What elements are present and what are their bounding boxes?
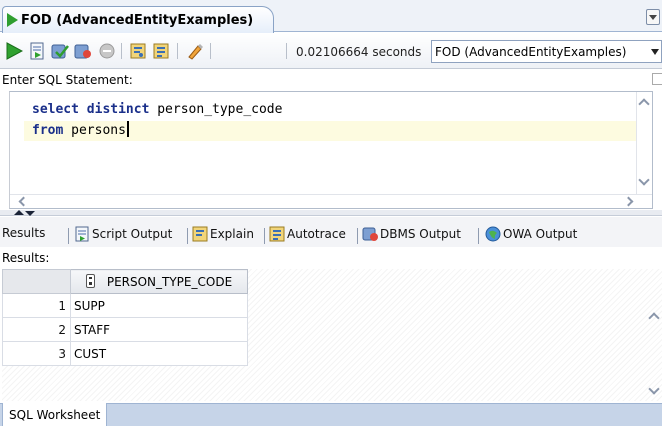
- tab-autotrace[interactable]: Autotrace: [269, 226, 346, 242]
- autotrace-button[interactable]: [151, 41, 171, 61]
- tab-list-dropdown-button[interactable]: [646, 9, 660, 25]
- scroll-up-icon[interactable]: [648, 312, 660, 324]
- column-header[interactable]: PERSON_TYPE_CODE: [70, 269, 248, 294]
- results-grid: PERSON_TYPE_CODE 1 SUPP 2 STAFF 3 CUST: [2, 269, 248, 366]
- tab-owa-output[interactable]: OWA Output: [485, 226, 577, 242]
- collapse-down-icon[interactable]: [25, 211, 35, 216]
- toolbar-separator: [177, 43, 178, 59]
- grid-corner-cell[interactable]: [2, 269, 71, 294]
- toolbar-separator: [286, 43, 287, 59]
- collapse-up-icon[interactable]: [14, 210, 24, 215]
- sql-editor-label: Enter SQL Statement:: [2, 73, 133, 87]
- tab-separator: [68, 228, 69, 244]
- commit-icon: [51, 44, 69, 59]
- worksheet-tab-title: FOD (AdvancedEntityExamples): [21, 12, 254, 28]
- explain-plan-button[interactable]: [128, 41, 148, 61]
- explain-icon: [192, 226, 208, 242]
- sql-keyword: select distinct: [32, 102, 150, 117]
- run-script-button[interactable]: [27, 41, 47, 61]
- tab-sql-worksheet-label: SQL Worksheet: [9, 407, 101, 422]
- column-header-label: PERSON_TYPE_CODE: [106, 275, 233, 289]
- tab-separator: [357, 228, 358, 244]
- commit-button[interactable]: [50, 41, 70, 61]
- document-tab-bar: FOD (AdvancedEntityExamples): [0, 0, 662, 33]
- results-grid-area: PERSON_TYPE_CODE 1 SUPP 2 STAFF 3 CUST: [2, 269, 662, 401]
- sql-worksheet-icon: [7, 13, 18, 27]
- clear-icon: [188, 44, 203, 60]
- clear-button[interactable]: [185, 41, 205, 61]
- owa-output-icon: [485, 226, 501, 242]
- table-cell[interactable]: SUPP: [70, 293, 248, 318]
- table-cell[interactable]: STAFF: [70, 317, 248, 342]
- execution-time: 0.02106664 seconds: [296, 45, 422, 59]
- run-script-icon: [30, 42, 44, 60]
- rollback-button[interactable]: [73, 41, 93, 61]
- results-tab-bar: Results Script Output Explain Autotrace …: [0, 217, 662, 247]
- tab-results-label: Results: [2, 226, 46, 240]
- autotrace-icon: [153, 43, 169, 59]
- sql-text: persons: [63, 123, 126, 138]
- tab-explain[interactable]: Explain: [192, 226, 254, 242]
- editor-results-splitter[interactable]: [0, 210, 662, 216]
- row-number: 2: [2, 317, 71, 342]
- tab-sql-worksheet[interactable]: SQL Worksheet: [2, 403, 108, 426]
- table-row[interactable]: 1 SUPP: [2, 293, 248, 318]
- table-row[interactable]: 3 CUST: [2, 341, 248, 366]
- grid-header-row: PERSON_TYPE_CODE: [2, 269, 248, 294]
- run-statement-icon: [6, 42, 23, 60]
- scroll-right-icon[interactable]: [623, 196, 634, 207]
- table-row[interactable]: 2 STAFF: [2, 317, 248, 342]
- results-vertical-scrollbar[interactable]: [648, 269, 662, 401]
- row-number: 3: [2, 341, 71, 366]
- tab-script-output-label: Script Output: [92, 227, 173, 241]
- editor-vertical-scrollbar[interactable]: [636, 92, 652, 208]
- tab-dbms-output[interactable]: DBMS Output: [362, 226, 461, 242]
- connection-select-value: FOD (AdvancedEntityExamples): [435, 44, 627, 59]
- tab-script-output[interactable]: Script Output: [74, 226, 172, 242]
- toolbar-separator: [121, 43, 122, 59]
- worksheet-toolbar: 0.02106664 seconds FOD (AdvancedEntityEx…: [0, 33, 662, 69]
- rollback-icon: [74, 44, 91, 59]
- tab-autotrace-label: Autotrace: [287, 227, 346, 241]
- tab-explain-label: Explain: [210, 227, 254, 241]
- tab-separator: [187, 228, 188, 244]
- row-number: 1: [2, 293, 71, 318]
- sql-keyword: from: [32, 123, 64, 138]
- tab-owa-output-label: OWA Output: [503, 227, 578, 241]
- autotrace-icon: [269, 226, 285, 242]
- tab-separator: [264, 228, 265, 244]
- table-cell[interactable]: CUST: [70, 341, 248, 366]
- toolbar-separator: [210, 43, 211, 59]
- dbms-output-icon: [362, 227, 378, 241]
- explain-plan-icon: [130, 43, 146, 59]
- tab-dbms-output-label: DBMS Output: [380, 227, 461, 241]
- editor-side-marker: [652, 73, 662, 85]
- sort-icon: [85, 274, 95, 288]
- cancel-button[interactable]: [97, 41, 117, 61]
- sql-editor[interactable]: select distinct person_type_code from pe…: [9, 91, 653, 209]
- run-statement-button[interactable]: [4, 41, 24, 61]
- scroll-left-icon[interactable]: [18, 196, 29, 207]
- scroll-down-icon[interactable]: [638, 174, 650, 186]
- chevron-down-icon: [651, 49, 659, 55]
- editor-horizontal-scrollbar[interactable]: [10, 194, 652, 208]
- tab-separator: [478, 228, 479, 244]
- chevron-down-icon: [649, 14, 657, 20]
- sql-line-2: from persons: [32, 121, 129, 141]
- sql-line-1: select distinct person_type_code: [32, 100, 282, 120]
- sql-text: person_type_code: [149, 102, 283, 117]
- cancel-icon: [99, 43, 115, 59]
- scroll-down-icon[interactable]: [648, 383, 660, 395]
- worksheet-document-tab[interactable]: FOD (AdvancedEntityExamples): [2, 6, 274, 33]
- tab-results[interactable]: Results: [2, 226, 45, 240]
- text-caret: [126, 121, 129, 137]
- bottom-tab-bar: SQL Worksheet: [0, 403, 662, 426]
- script-output-icon: [75, 226, 89, 242]
- scroll-up-icon[interactable]: [638, 98, 650, 110]
- connection-select[interactable]: FOD (AdvancedEntityExamples): [431, 40, 662, 63]
- results-label: Results:: [2, 251, 50, 265]
